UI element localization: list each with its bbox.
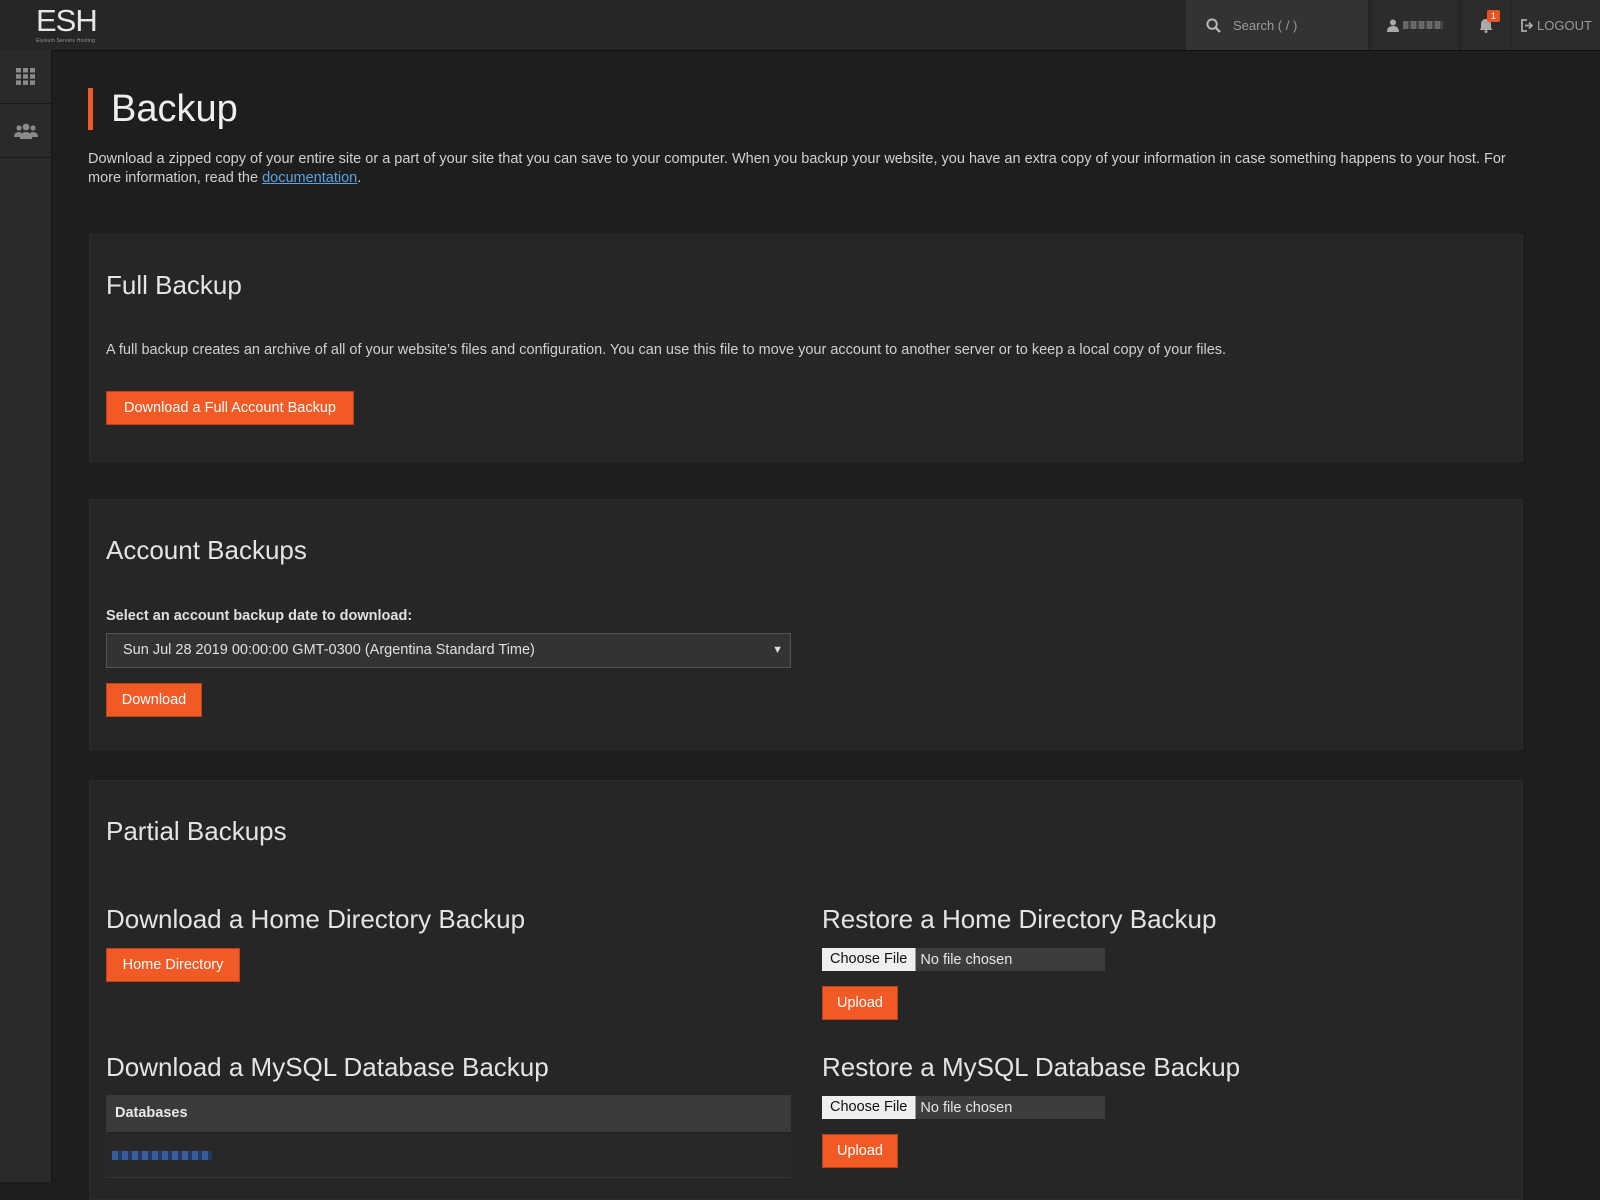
user-menu[interactable] [1372, 0, 1458, 50]
account-backups-title: Account Backups [106, 535, 307, 565]
download-full-backup-button[interactable]: Download a Full Account Backup [106, 391, 354, 425]
logout-label: LOGOUT [1537, 17, 1592, 33]
search-box[interactable] [1186, 0, 1368, 50]
apps-grid-icon [16, 68, 35, 85]
partial-backups-panel: Partial Backups Download a Home Director… [89, 780, 1523, 1200]
intro-end: . [357, 169, 362, 186]
sidebar-item-users[interactable] [0, 104, 51, 158]
full-backup-title: Full Backup [106, 270, 242, 300]
backup-date-select[interactable]: Sun Jul 28 2019 00:00:00 GMT-0300 (Argen… [106, 633, 791, 668]
page-description: Download a zipped copy of your entire si… [88, 150, 1538, 187]
top-bar: ESH Elysium Servers Hosting 1 LOGOUT [0, 0, 1600, 51]
notifications-button[interactable]: 1 [1462, 0, 1510, 50]
download-account-backup-button[interactable]: Download [106, 683, 202, 717]
logo-text: ESH [36, 3, 98, 38]
logo[interactable]: ESH Elysium Servers Hosting [36, 3, 98, 44]
mysql-restore-title: Restore a MySQL Database Backup [822, 1052, 1241, 1082]
page-title: Backup [111, 88, 238, 130]
choose-file-button[interactable]: Choose File [822, 948, 917, 971]
partial-backups-title: Partial Backups [106, 816, 287, 846]
user-icon [1387, 19, 1399, 32]
chevron-down-icon: ▼ [772, 644, 783, 656]
documentation-link[interactable]: documentation [262, 170, 357, 186]
databases-table: Databases [106, 1095, 791, 1178]
home-restore-title: Restore a Home Directory Backup [822, 904, 1217, 934]
databases-header: Databases [106, 1095, 791, 1133]
logo-subtext: Elysium Servers Hosting [36, 38, 96, 44]
backup-date-value: Sun Jul 28 2019 00:00:00 GMT-0300 (Argen… [123, 642, 535, 658]
file-status: No file chosen [920, 1099, 1013, 1116]
full-backup-panel: Full Backup A full backup creates an arc… [89, 234, 1523, 462]
search-input[interactable] [1231, 16, 1355, 34]
sidebar [0, 50, 52, 1182]
table-row[interactable] [106, 1133, 791, 1178]
search-icon [1206, 17, 1221, 33]
database-link-redacted[interactable] [112, 1150, 212, 1160]
mysql-restore-file-input[interactable]: Choose File No file chosen [822, 1096, 1105, 1119]
logout-icon [1521, 18, 1534, 32]
username-redacted [1403, 21, 1443, 29]
mysql-upload-button[interactable]: Upload [822, 1134, 898, 1168]
home-restore-file-input[interactable]: Choose File No file chosen [822, 948, 1105, 971]
notification-badge: 1 [1487, 10, 1501, 22]
sidebar-item-apps[interactable] [0, 50, 51, 104]
page-header: Backup [88, 88, 238, 130]
home-directory-button[interactable]: Home Directory [106, 948, 240, 982]
home-download-title: Download a Home Directory Backup [106, 904, 526, 934]
account-backups-panel: Account Backups Select an account backup… [89, 499, 1523, 750]
mysql-download-title: Download a MySQL Database Backup [106, 1052, 549, 1082]
logout-button[interactable]: LOGOUT [1512, 0, 1600, 50]
backup-date-label: Select an account backup date to downloa… [106, 608, 413, 624]
full-backup-description: A full backup creates an archive of all … [106, 342, 1227, 358]
choose-file-button[interactable]: Choose File [822, 1096, 917, 1119]
file-status: No file chosen [920, 951, 1013, 968]
users-icon [13, 123, 38, 139]
home-upload-button[interactable]: Upload [822, 986, 898, 1020]
